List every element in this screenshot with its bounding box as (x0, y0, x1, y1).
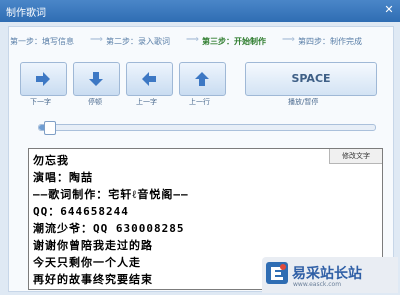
lyric-line: 演唱：陶喆 (33, 171, 93, 184)
close-icon[interactable]: ✕ (382, 3, 396, 17)
step-3: 第三步：开始制作 (202, 37, 266, 46)
pause-button[interactable] (73, 62, 120, 96)
step-1: 第一步：填写信息 (10, 37, 74, 46)
progress-slider[interactable] (38, 121, 376, 135)
window-title: 制作歌词 (6, 8, 46, 19)
watermark-logo: 易采站长站 www.easck.com (262, 257, 398, 293)
watermark-name: 易采站长站 (292, 266, 362, 282)
arrow-up-icon (195, 72, 209, 86)
pause-label: 停顿 (88, 98, 102, 106)
lyric-line: ——歌词制作：宅轩ℓ音悦阁—— (33, 188, 189, 201)
play-pause-label: 播放/暂停 (288, 98, 319, 106)
next-char-label: 下一字 (30, 98, 51, 106)
arrow-down-icon (89, 72, 103, 86)
step-arrow-icon: ⟹ (90, 35, 103, 45)
lyric-line: QQ：644658244 (33, 205, 129, 218)
logo-icon (266, 262, 288, 284)
lyric-line: 谢谢你曾陪我走过的路 (33, 239, 153, 252)
progress-thumb[interactable] (44, 121, 57, 135)
prev-char-button[interactable] (126, 62, 173, 96)
prev-line-button[interactable] (179, 62, 226, 96)
modify-text-button[interactable]: 修改文字 (329, 149, 382, 164)
title-bar: 制作歌词 ✕ (0, 0, 400, 22)
prev-char-label: 上一字 (136, 98, 157, 106)
arrow-right-icon (36, 72, 50, 86)
step-arrow-icon: ⟹ (282, 35, 295, 45)
arrow-left-icon (142, 72, 156, 86)
step-4: 第四步：制作完成 (298, 37, 362, 46)
step-indicator: 第一步：填写信息 ⟹ 第二步：录入歌词 ⟹ 第三步：开始制作 ⟹ 第四步：制作完… (10, 35, 390, 50)
step-2: 第二步：录入歌词 (106, 37, 170, 46)
step-arrow-icon: ⟹ (186, 35, 199, 45)
watermark-url: www.easck.com (293, 281, 342, 288)
space-button[interactable]: SPACE (245, 62, 377, 96)
lyric-line: 潮流少爷：QQ 630008285 (33, 222, 185, 235)
prev-line-label: 上一行 (189, 98, 210, 106)
lyric-line: 勿忘我 (33, 154, 69, 167)
next-char-button[interactable] (20, 62, 67, 96)
